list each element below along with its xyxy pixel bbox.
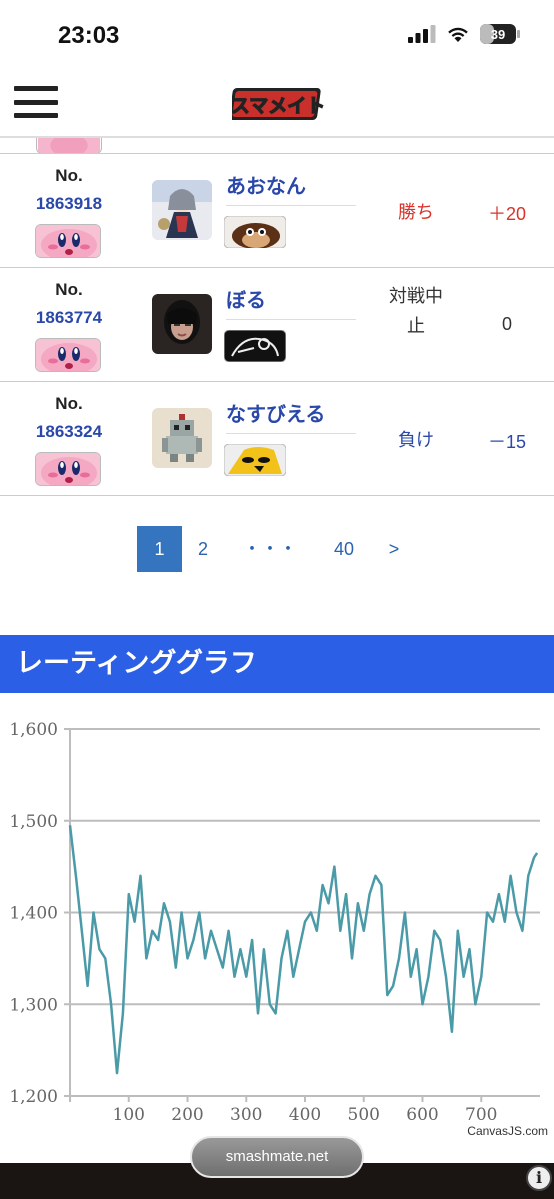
page-40-button[interactable]: 40	[322, 526, 366, 572]
status-bar: 23:03 39	[0, 0, 554, 72]
rating-series-line	[68, 825, 539, 1075]
rating-line-chart: 1,200 1,300 1,400 1,500 1,600 100 200 300 400 500…	[9, 720, 540, 1125]
y-tick-label: 1,400	[9, 904, 58, 924]
kirby-icon	[35, 338, 101, 372]
opponent-avatar[interactable]	[152, 294, 212, 354]
rating-delta: －15	[487, 432, 527, 452]
page-2-button[interactable]: 2	[186, 526, 220, 572]
next-page-button[interactable]: >	[378, 526, 410, 572]
x-tick-label: 600	[406, 1105, 438, 1125]
kirby-icon	[35, 224, 101, 258]
match-result: 勝ち	[398, 202, 434, 223]
y-tick-label: 1,200	[9, 1087, 58, 1107]
match-row[interactable]: No. 1863324 なすびえる 負け －15	[0, 382, 554, 496]
opponent-name-link[interactable]: あおなん	[226, 170, 356, 206]
match-number-link[interactable]: 1863324	[22, 422, 116, 442]
x-tick-label: 400	[289, 1105, 321, 1125]
battery-icon: 39	[480, 24, 520, 44]
rating-chart: 1,200 1,300 1,400 1,500 1,600 100 200 300 400 500…	[0, 700, 554, 1145]
chart-credit[interactable]: CanvasJS.com	[467, 1124, 548, 1138]
x-tick-label: 700	[465, 1105, 497, 1125]
site-header: スマメイト	[0, 72, 554, 138]
svg-text:スマメイト: スマメイト	[232, 95, 324, 117]
opponent-avatar[interactable]	[152, 180, 212, 240]
x-tick-label: 200	[171, 1105, 203, 1125]
cellular-signal-icon	[408, 25, 436, 43]
match-result: 負け	[398, 430, 434, 451]
match-no-label: No.	[55, 166, 83, 185]
site-logo[interactable]: スマメイト	[232, 82, 324, 126]
match-number-link[interactable]: 1863918	[22, 194, 116, 214]
status-icons: 39	[408, 24, 520, 44]
opponent-name-link[interactable]: ぼる	[226, 284, 356, 320]
rating-graph-heading: レーティンググラフ	[0, 635, 554, 693]
y-tick-label: 1,600	[9, 720, 58, 740]
wifi-icon	[448, 27, 468, 42]
opponent-name-link[interactable]: なすびえる	[226, 398, 356, 434]
rating-delta: ＋20	[487, 204, 527, 224]
opponent-avatar[interactable]	[152, 408, 212, 468]
hamburger-icon[interactable]	[14, 86, 58, 118]
kirby-icon	[36, 138, 102, 153]
match-no-label: No.	[55, 280, 83, 299]
pagination: 1 2 ・・・ 40 >	[0, 526, 554, 572]
match-row[interactable]: No. 1863918 あおなん 勝ち ＋20	[0, 154, 554, 268]
x-tick-label: 100	[113, 1105, 145, 1125]
match-row[interactable]: No. 1863774 ぼる 対戦中止 0	[0, 268, 554, 382]
opponent-fighter-icon	[223, 215, 287, 249]
url-bar[interactable]: smashmate.net	[190, 1136, 364, 1178]
x-tick-label: 300	[230, 1105, 262, 1125]
kirby-icon	[35, 452, 101, 486]
battery-percent: 39	[490, 26, 506, 42]
rating-delta: 0	[501, 314, 512, 334]
previous-row-partial	[0, 138, 554, 154]
opponent-fighter-icon	[223, 443, 287, 477]
match-no-label: No.	[55, 394, 83, 413]
opponent-fighter-icon	[223, 329, 287, 363]
match-number-link[interactable]: 1863774	[22, 308, 116, 328]
y-tick-label: 1,500	[9, 812, 58, 832]
page-ellipsis: ・・・	[243, 539, 297, 559]
page-1-button[interactable]: 1	[137, 526, 182, 572]
match-result: 対戦中止	[389, 286, 443, 337]
x-tick-label: 500	[348, 1105, 380, 1125]
info-icon[interactable]: i	[526, 1165, 552, 1191]
y-tick-label: 1,300	[9, 995, 58, 1015]
status-time: 23:03	[58, 22, 120, 49]
